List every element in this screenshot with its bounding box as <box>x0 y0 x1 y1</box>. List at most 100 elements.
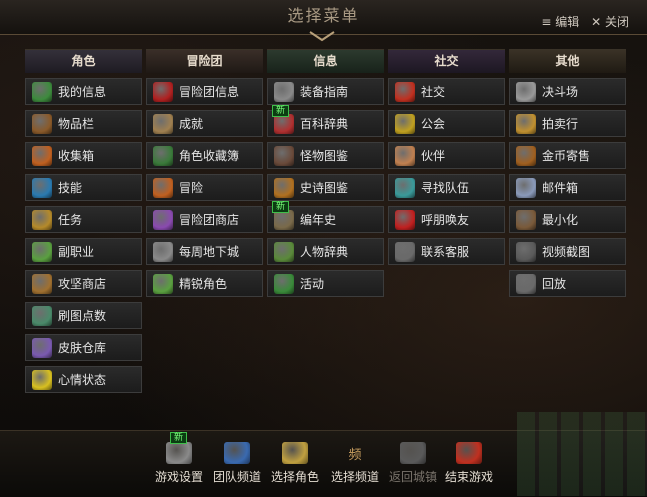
menu-item-label: 刷图点数 <box>58 309 107 323</box>
menu-item-label: 百科辞典 <box>300 117 349 131</box>
bottom-button-label: 返回城镇 <box>388 470 437 484</box>
menu-item-label: 邮件箱 <box>542 181 579 195</box>
menu-item-label: 联系客服 <box>421 245 470 259</box>
column-header: 信息 <box>267 49 384 73</box>
new-badge: 新 <box>170 432 188 444</box>
menu-item[interactable]: 决斗场 <box>509 78 626 105</box>
menu-item-label: 史诗图鉴 <box>300 181 349 195</box>
menu-item[interactable]: 邮件箱 <box>509 174 626 201</box>
skill-icon <box>32 177 52 198</box>
menu-item-label: 呼朋唤友 <box>421 213 470 227</box>
menu-item[interactable]: 金币寄售 <box>509 142 626 169</box>
bag-icon <box>32 113 52 134</box>
menu-item[interactable]: 冒险团信息 <box>146 78 263 105</box>
menu-item[interactable]: 冒险团商店 <box>146 206 263 233</box>
menu-item-label: 冒险团信息 <box>179 85 240 99</box>
menu-item[interactable]: 社交 <box>388 78 505 105</box>
menu-item[interactable]: 收集箱 <box>25 142 142 169</box>
column-header: 其他 <box>509 49 626 73</box>
bottom-button[interactable]: 频选择频道 <box>326 442 384 485</box>
epic-book-icon <box>274 177 294 198</box>
menu-item[interactable]: 攻坚商店 <box>25 270 142 297</box>
menu-item[interactable]: 回放 <box>509 270 626 297</box>
handshake-icon <box>395 145 415 166</box>
bottom-button-label: 团队频道 <box>212 470 261 484</box>
menu-item-label: 心情状态 <box>58 373 107 387</box>
friends-icon <box>395 209 415 230</box>
menu-item-label: 攻坚商店 <box>58 277 107 291</box>
bottom-button[interactable]: 新游戏设置 <box>150 432 208 485</box>
menu-item[interactable]: 任务 <box>25 206 142 233</box>
parchment-icon <box>153 113 173 134</box>
potion-icon <box>32 241 52 262</box>
menu-item[interactable]: 视频截图 <box>509 238 626 265</box>
menu-item[interactable]: 精锐角色 <box>146 270 263 297</box>
chest-icon <box>32 273 52 294</box>
menu-item[interactable]: 公会 <box>388 110 505 137</box>
person-icon <box>32 81 52 102</box>
column-header: 社交 <box>388 49 505 73</box>
menu-item[interactable]: 皮肤仓库 <box>25 334 142 361</box>
menu-item[interactable]: 活动 <box>267 270 384 297</box>
swords-icon <box>516 81 536 102</box>
bottom-button[interactable]: 选择角色 <box>266 442 324 485</box>
menu-item-label: 成就 <box>179 117 204 131</box>
settings-gear-icon <box>166 442 192 464</box>
menu-item[interactable]: 呼朋唤友 <box>388 206 505 233</box>
minimize-icon <box>516 209 536 230</box>
menu-item-label: 角色收藏簿 <box>179 149 240 163</box>
menu-item[interactable]: 心情状态 <box>25 366 142 393</box>
menu-item[interactable]: 技能 <box>25 174 142 201</box>
menu-item[interactable]: 新百科辞典 <box>267 105 384 137</box>
menu-item[interactable]: 角色收藏簿 <box>146 142 263 169</box>
shop-icon <box>153 209 173 230</box>
bottom-button-label: 结束游戏 <box>444 470 493 484</box>
menu-item-label: 技能 <box>58 181 83 195</box>
bottom-button[interactable]: 团队频道 <box>208 442 266 485</box>
menu-item[interactable]: 人物辞典 <box>267 238 384 265</box>
menu-item[interactable]: 联系客服 <box>388 238 505 265</box>
guild-icon <box>395 113 415 134</box>
team-shield-icon <box>224 442 250 464</box>
close-button[interactable]: ✕ 关闭 <box>591 15 629 29</box>
medal-icon <box>32 305 52 326</box>
flag-icon <box>153 177 173 198</box>
menu-item[interactable]: 怪物图鉴 <box>267 142 384 169</box>
new-badge: 新 <box>272 105 290 117</box>
menu-item-label: 视频截图 <box>542 245 591 259</box>
menu-item[interactable]: 寻找队伍 <box>388 174 505 201</box>
menu-item-label: 决斗场 <box>542 85 579 99</box>
gavel-icon <box>516 113 536 134</box>
menu-item[interactable]: 史诗图鉴 <box>267 174 384 201</box>
menu-item-label: 冒险团商店 <box>179 213 240 227</box>
menu-column: 社交 社交 公会 伙伴 寻找队伍 呼朋唤友 联系客服 <box>388 49 505 270</box>
menu-item[interactable]: 物品栏 <box>25 110 142 137</box>
menu-item-label: 伙伴 <box>421 149 446 163</box>
edit-button[interactable]: ≡ 编辑 <box>541 15 579 29</box>
menu-column: 冒险团 冒险团信息 成就 角色收藏簿 冒险 冒险团商店 每周地下城 精锐角色 <box>146 49 263 302</box>
menu-item-label: 任务 <box>58 213 83 227</box>
menu-item-label: 活动 <box>300 277 325 291</box>
menu-item[interactable]: 我的信息 <box>25 78 142 105</box>
menu-item[interactable]: 副职业 <box>25 238 142 265</box>
menu-item[interactable]: 新编年史 <box>267 201 384 233</box>
menu-item-label: 人物辞典 <box>300 245 349 259</box>
menu-item-label: 精锐角色 <box>179 277 228 291</box>
bottom-button[interactable]: 结束游戏 <box>440 442 498 485</box>
monster-icon <box>274 145 294 166</box>
menu-item[interactable]: 最小化 <box>509 206 626 233</box>
bottom-button[interactable]: 返回城镇 <box>384 442 442 485</box>
menu-item-label: 回放 <box>542 277 567 291</box>
menu-item[interactable]: 每周地下城 <box>146 238 263 265</box>
menu-item[interactable]: 拍卖行 <box>509 110 626 137</box>
menu-item-label: 我的信息 <box>58 85 107 99</box>
menu-item[interactable]: 刷图点数 <box>25 302 142 329</box>
menu-item[interactable]: 装备指南 <box>267 78 384 105</box>
menu-item[interactable]: 成就 <box>146 110 263 137</box>
banner-icon <box>153 81 173 102</box>
menu-item[interactable]: 冒险 <box>146 174 263 201</box>
menu-item-label: 最小化 <box>542 213 579 227</box>
title-ornament-icon <box>309 31 335 42</box>
camera-icon <box>516 241 536 262</box>
menu-item[interactable]: 伙伴 <box>388 142 505 169</box>
